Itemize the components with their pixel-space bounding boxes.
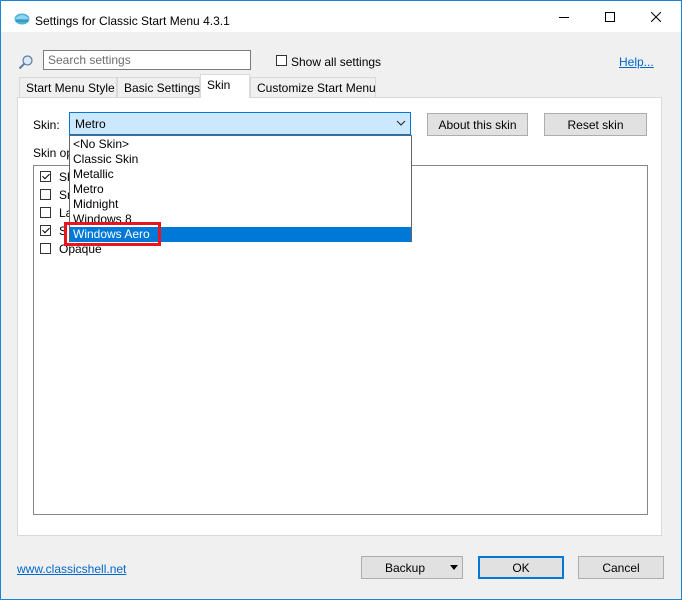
dropdown-item-no-skin[interactable]: <No Skin> [70, 137, 411, 152]
dropdown-item-metallic[interactable]: Metallic [70, 167, 411, 182]
maximize-button[interactable] [587, 1, 633, 32]
cancel-button[interactable]: Cancel [578, 556, 664, 579]
tab-label: Skin [207, 78, 231, 92]
skin-option-checkbox[interactable] [40, 207, 51, 218]
skin-option-checkbox[interactable] [40, 189, 51, 200]
dropdown-item-windows-8[interactable]: Windows 8 [70, 212, 411, 227]
skin-combobox-value: Metro [75, 117, 106, 131]
tab-label: Start Menu Style [26, 81, 115, 95]
show-all-checkbox[interactable] [276, 55, 287, 66]
dropdown-item-windows-aero[interactable]: Windows Aero [70, 227, 411, 242]
skin-option-checkbox[interactable] [40, 225, 51, 236]
skin-combobox[interactable]: Metro [69, 112, 411, 135]
skin-option-label: Opaque [59, 242, 102, 256]
about-skin-label: About this skin [438, 117, 517, 132]
reset-skin-button[interactable]: Reset skin [544, 113, 647, 136]
help-link[interactable]: Help... [619, 55, 654, 69]
dropdown-item-classic-skin[interactable]: Classic Skin [70, 152, 411, 167]
window-title: Settings for Classic Start Menu 4.3.1 [35, 14, 230, 28]
ok-label: OK [512, 560, 530, 575]
show-all-label: Show all settings [291, 55, 382, 69]
tab-start-menu-style[interactable]: Start Menu Style [19, 77, 117, 97]
skin-option-checkbox[interactable] [40, 243, 51, 254]
cancel-label: Cancel [602, 560, 640, 575]
tab-label: Customize Start Menu [257, 81, 376, 95]
close-icon [651, 11, 661, 22]
classicshell-link[interactable]: www.classicshell.net [17, 562, 126, 576]
minimize-button[interactable] [541, 1, 587, 32]
backup-button[interactable]: Backup [361, 556, 463, 579]
tab-label: Basic Settings [124, 81, 201, 95]
search-input[interactable] [43, 50, 251, 70]
dropdown-item-midnight[interactable]: Midnight [70, 197, 411, 212]
classic-shell-icon [14, 13, 30, 25]
ok-button[interactable]: OK [478, 556, 564, 579]
skin-options-label: Skin op [33, 146, 74, 160]
tab-skin[interactable]: Skin [200, 74, 250, 98]
maximize-icon [605, 11, 615, 22]
about-skin-button[interactable]: About this skin [427, 113, 528, 136]
reset-skin-label: Reset skin [567, 117, 624, 132]
close-button[interactable] [633, 1, 679, 32]
dropdown-arrow-icon [450, 565, 458, 570]
skin-option-checkbox[interactable] [40, 171, 51, 182]
title-bar: Settings for Classic Start Menu 4.3.1 [1, 1, 681, 32]
minimize-icon [559, 16, 569, 18]
backup-label: Backup [384, 560, 426, 575]
dropdown-item-metro[interactable]: Metro [70, 182, 411, 197]
tab-basic-settings[interactable]: Basic Settings [117, 77, 200, 97]
skin-option-label: S [59, 224, 68, 238]
search-icon [18, 55, 33, 70]
skin-dropdown-list: <No Skin> Classic Skin Metallic Metro Mi… [69, 135, 412, 242]
chevron-down-icon [396, 120, 406, 126]
skin-label: Skin: [33, 118, 60, 132]
tab-customize-start-menu[interactable]: Customize Start Menu [250, 77, 376, 97]
